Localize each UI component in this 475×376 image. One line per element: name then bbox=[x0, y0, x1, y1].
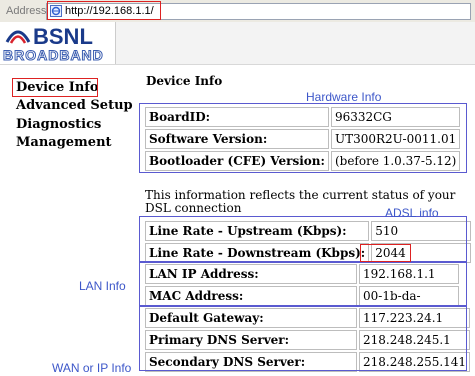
downstream-highlight-box bbox=[360, 244, 411, 262]
hardware-info-annotation: Hardware Info bbox=[306, 90, 382, 104]
sidebar: Device Info Advanced Setup Diagnostics M… bbox=[0, 64, 133, 376]
hardware-info-frame bbox=[139, 103, 467, 173]
sidebar-item-advanced-setup[interactable]: Advanced Setup bbox=[16, 98, 133, 113]
address-bar: Address http://192.168.1.1/ bbox=[0, 0, 475, 23]
lan-info-frame bbox=[139, 262, 467, 306]
sidebar-item-diagnostics[interactable]: Diagnostics bbox=[16, 117, 101, 132]
brand-tagline: BROADBAND bbox=[3, 47, 104, 64]
lan-info-annotation: LAN Info bbox=[79, 279, 126, 293]
wan-info-annotation: WAN or IP Info bbox=[52, 361, 132, 375]
url-highlight-box bbox=[47, 1, 161, 20]
wan-info-frame bbox=[139, 306, 467, 371]
address-label: Address bbox=[6, 5, 47, 17]
page-title: Device Info bbox=[146, 74, 223, 88]
sidebar-item-management[interactable]: Management bbox=[16, 135, 112, 150]
bsnl-logo-icon bbox=[5, 30, 31, 44]
header-banner: BSNL BROADBAND bbox=[0, 22, 475, 65]
adsl-info-annotation: ADSL info bbox=[385, 206, 439, 220]
brand-logo: BSNL BROADBAND bbox=[0, 22, 116, 64]
device-info-highlight-box bbox=[12, 78, 98, 97]
adsl-info-frame bbox=[139, 216, 467, 262]
